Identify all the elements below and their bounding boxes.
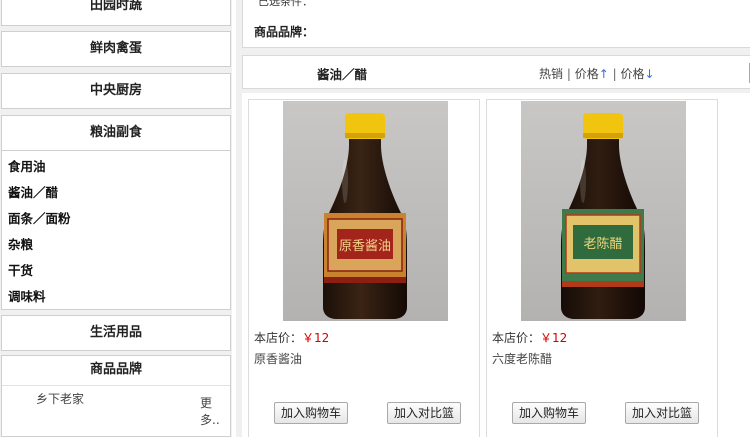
category-shenghuo-yongpin[interactable]: 生活用品 xyxy=(1,315,231,351)
sort-price-text: 价格 xyxy=(574,67,599,81)
price-label: 本店价： xyxy=(492,331,541,345)
brand-panel: 商品品牌 乡下老家 更多.. xyxy=(1,355,231,437)
arrow-down-icon: ↓ xyxy=(644,67,655,81)
subcategory-dried-goods[interactable]: 干货 xyxy=(8,260,33,279)
product-image-soy-sauce[interactable]: 原香酱油 xyxy=(283,101,448,321)
sort-options: 热销 | 价格↑ | 价格↓ xyxy=(539,65,655,82)
product-card: 原香酱油 本店价：￥12 原香酱油 加入购物车 加入对比篮 xyxy=(248,99,480,437)
category-zhongyang-chufang[interactable]: 中央厨房 xyxy=(1,73,231,109)
category-tianyuan-shishu[interactable]: 田园时蔬 xyxy=(1,0,231,26)
sort-separator: | xyxy=(566,67,571,81)
filter-panel: 已选条件： 商品品牌： xyxy=(242,0,750,48)
add-to-compare-button[interactable]: 加入对比篮 xyxy=(625,402,700,424)
sort-price-asc-link[interactable]: 价格↑ xyxy=(575,67,609,81)
subcategory-noodles-flour[interactable]: 面条／面粉 xyxy=(8,208,71,227)
product-main-area: 已选条件： 商品品牌： 酱油／醋 热销 | 价格↑ | 价格↓ 原香酱油 本店价… xyxy=(236,0,750,437)
subcategory-soy-sauce-vinegar[interactable]: 酱油／醋 xyxy=(8,182,58,201)
bottle-label-text: 原香酱油 xyxy=(339,239,391,254)
category-xianrou-qindan[interactable]: 鲜肉禽蛋 xyxy=(1,31,231,67)
bottle-label-text: 老陈醋 xyxy=(583,236,622,252)
sort-price-text: 价格 xyxy=(620,67,645,81)
product-grid: 原香酱油 本店价：￥12 原香酱油 加入购物车 加入对比篮 老陈醋 本店价：￥1… xyxy=(242,93,750,437)
subcategory-edible-oil[interactable]: 食用油 xyxy=(8,156,46,175)
sort-hot-link[interactable]: 热销 xyxy=(539,67,563,81)
product-card: 老陈醋 本店价：￥12 六度老陈醋 加入购物车 加入对比篮 xyxy=(486,99,718,437)
brand-filter-label: 商品品牌： xyxy=(254,25,315,39)
add-to-compare-button[interactable]: 加入对比篮 xyxy=(387,402,462,424)
brand-more-link[interactable]: 更多.. xyxy=(200,394,230,428)
sort-separator: | xyxy=(612,67,617,81)
category-liangyou-fushi[interactable]: 粮油副食 xyxy=(1,115,231,151)
price-value: ￥12 xyxy=(540,331,568,345)
product-price: 本店价：￥12 xyxy=(492,329,567,346)
brand-panel-title: 商品品牌 xyxy=(2,356,230,386)
product-image-vinegar[interactable]: 老陈醋 xyxy=(521,101,686,321)
add-to-cart-button[interactable]: 加入购物车 xyxy=(274,402,349,424)
subcategory-list: 食用油 酱油／醋 面条／面粉 杂粮 干货 调味料 xyxy=(1,151,231,310)
product-name-link[interactable]: 原香酱油 xyxy=(254,350,302,367)
subcategory-grains[interactable]: 杂粮 xyxy=(8,234,33,253)
brand-link[interactable]: 乡下老家 xyxy=(36,390,84,407)
add-to-cart-button[interactable]: 加入购物车 xyxy=(512,402,587,424)
product-name-link[interactable]: 六度老陈醋 xyxy=(492,350,552,367)
price-value: ￥12 xyxy=(302,331,330,345)
category-sidebar: 田园时蔬 鲜肉禽蛋 中央厨房 粮油副食 食用油 酱油／醋 面条／面粉 杂粮 干货… xyxy=(0,0,232,437)
selected-filters-label: 已选条件： xyxy=(258,0,313,8)
price-label: 本店价： xyxy=(254,331,303,345)
current-category-title: 酱油／醋 xyxy=(317,67,368,82)
product-price: 本店价：￥12 xyxy=(254,329,329,346)
sort-bar: 酱油／醋 热销 | 价格↑ | 价格↓ xyxy=(242,55,750,89)
arrow-up-icon: ↑ xyxy=(598,67,609,81)
sort-price-desc-link[interactable]: 价格↓ xyxy=(621,67,655,81)
subcategory-seasoning[interactable]: 调味料 xyxy=(8,286,46,305)
